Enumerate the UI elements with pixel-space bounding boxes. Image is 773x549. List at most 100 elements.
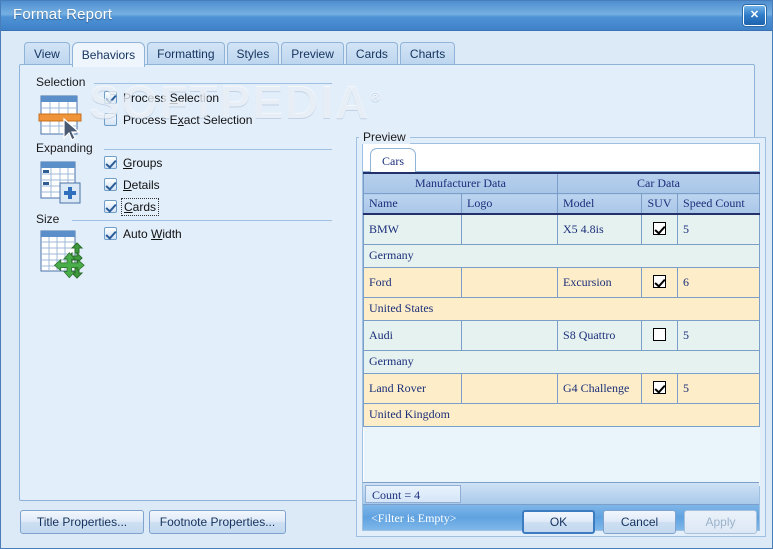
- cell-suv[interactable]: [641, 319, 679, 351]
- preview-group-label: Preview: [359, 130, 410, 144]
- group-expanding-label: Expanding: [32, 141, 97, 155]
- tab-charts[interactable]: Charts: [399, 42, 456, 64]
- grid-tab-cars[interactable]: Cars: [370, 148, 416, 172]
- group-row: Germany: [362, 243, 761, 268]
- group-row-label: Germany: [362, 349, 761, 374]
- group-row: United States: [362, 296, 761, 321]
- checkbox-process-exact-selection-label: Process Exact Selection: [123, 113, 253, 127]
- ok-button[interactable]: OK: [522, 510, 595, 534]
- group-row-label: Germany: [362, 243, 761, 268]
- group-selection-label: Selection: [32, 75, 90, 89]
- checkbox-details-box[interactable]: [104, 178, 117, 191]
- cell-model: S8 Quattro: [557, 319, 643, 351]
- checkbox-process-selection-label: Process Selection: [123, 91, 220, 105]
- checkbox-auto-width[interactable]: Auto Width: [104, 227, 182, 241]
- cell-model: X5 4.8is: [557, 213, 643, 245]
- grid-band-header-row: Manufacturer Data Car Data: [362, 172, 761, 194]
- title-bar: Format Report ✕: [1, 1, 772, 31]
- apply-button[interactable]: Apply: [684, 510, 757, 534]
- checkbox-process-exact-selection[interactable]: Process Exact Selection: [104, 113, 252, 127]
- checkbox-process-selection-box[interactable]: [104, 91, 117, 104]
- tab-styles[interactable]: Styles: [226, 42, 280, 64]
- checkbox-auto-width-label: Auto Width: [123, 227, 182, 241]
- grid-column-header-row: Name Logo Model SUV Speed Count: [363, 193, 761, 215]
- grid-checkbox-suv[interactable]: [653, 274, 667, 288]
- cell-name: Audi: [363, 319, 462, 351]
- format-report-dialog: Format Report ✕ View Behaviors Formatting S…: [0, 0, 773, 549]
- column-header-model[interactable]: Model: [557, 193, 643, 215]
- checkbox-process-exact-selection-box[interactable]: [104, 113, 117, 126]
- grid-checkbox-suv[interactable]: [653, 327, 667, 341]
- table-row[interactable]: Audi S8 Quattro 5: [363, 319, 761, 351]
- table-row[interactable]: BMW X5 4.8is 5: [363, 213, 761, 245]
- preview-data-grid: Manufacturer Data Car Data Name Logo Mod…: [362, 172, 761, 486]
- group-row: Germany: [362, 349, 761, 374]
- cancel-button[interactable]: Cancel: [603, 510, 676, 534]
- tab-behaviors[interactable]: Behaviors: [71, 42, 146, 67]
- cell-logo: [460, 319, 559, 351]
- cell-speed: 5: [677, 372, 761, 404]
- cell-model: Excursion: [557, 266, 643, 298]
- band-header-car[interactable]: Car Data: [557, 172, 761, 194]
- cell-name: Land Rover: [363, 372, 462, 404]
- tab-preview[interactable]: Preview: [281, 42, 344, 64]
- group-selection: Selection: [32, 75, 332, 89]
- column-header-suv[interactable]: SUV: [641, 193, 679, 215]
- tab-cards[interactable]: Cards: [345, 42, 398, 64]
- cell-logo: [460, 266, 559, 298]
- grid-empty-area: [363, 425, 760, 486]
- table-expand-plus-icon: [40, 161, 81, 204]
- cell-suv[interactable]: [641, 213, 679, 245]
- tab-view[interactable]: View: [24, 42, 70, 64]
- tab-formatting[interactable]: Formatting: [147, 42, 225, 64]
- cell-logo: [460, 213, 559, 245]
- checkbox-groups-label: Groups: [123, 156, 163, 170]
- close-icon[interactable]: ✕: [743, 5, 766, 26]
- checkbox-auto-width-box[interactable]: [104, 227, 117, 240]
- checkbox-process-selection[interactable]: Process Selection: [104, 91, 219, 105]
- cell-speed: 5: [677, 319, 761, 351]
- grid-body: BMW X5 4.8is 5 Germany Ford Excursion 6 …: [362, 213, 761, 486]
- column-header-logo[interactable]: Logo: [460, 193, 559, 215]
- checkbox-cards-label: Cards: [120, 198, 160, 216]
- group-row: United Kingdom: [362, 402, 761, 427]
- table-row[interactable]: Land Rover G4 Challenge 5: [363, 372, 761, 404]
- preview-group-box: Cars Manufacturer Data Car Data Name Log…: [356, 137, 766, 537]
- grid-count-cell: Count = 4: [365, 485, 461, 503]
- cell-name: BMW: [363, 213, 462, 245]
- grid-host: Cars Manufacturer Data Car Data Name Log…: [362, 143, 761, 531]
- column-header-speed-count[interactable]: Speed Count: [677, 193, 761, 215]
- checkbox-groups-box[interactable]: [104, 156, 117, 169]
- cell-name: Ford: [363, 266, 462, 298]
- group-size-label: Size: [32, 212, 64, 226]
- checkbox-cards-box[interactable]: [104, 200, 117, 213]
- table-row-select-icon: [38, 95, 82, 141]
- footnote-properties-button[interactable]: Footnote Properties...: [149, 510, 286, 534]
- cell-suv[interactable]: [641, 266, 679, 298]
- group-row-label: United States: [362, 296, 761, 321]
- behaviors-tab-page: Selection Process Selection Process Exac…: [19, 64, 766, 537]
- window-title: Format Report: [13, 6, 113, 23]
- checkbox-details-label: Details: [123, 178, 160, 192]
- checkbox-groups[interactable]: Groups: [104, 156, 162, 170]
- dialog-body: View Behaviors Formatting Styles Preview Card…: [1, 31, 772, 548]
- group-size: Size: [32, 212, 332, 226]
- grid-summary-bar: Count = 4: [363, 482, 759, 504]
- grid-checkbox-suv[interactable]: [653, 380, 667, 394]
- cell-suv[interactable]: [641, 372, 679, 404]
- table-resize-arrows-icon: [40, 230, 85, 279]
- title-properties-button[interactable]: Title Properties...: [20, 510, 144, 534]
- cell-speed: 6: [677, 266, 761, 298]
- cell-speed: 5: [677, 213, 761, 245]
- band-header-manufacturer[interactable]: Manufacturer Data: [362, 172, 559, 194]
- group-expanding: Expanding: [32, 141, 332, 155]
- group-row-label: United Kingdom: [362, 402, 761, 427]
- cell-model: G4 Challenge: [557, 372, 643, 404]
- grid-checkbox-suv[interactable]: [653, 221, 667, 235]
- checkbox-cards[interactable]: Cards: [104, 198, 160, 216]
- column-header-name[interactable]: Name: [363, 193, 462, 215]
- table-row[interactable]: Ford Excursion 6: [363, 266, 761, 298]
- checkbox-details[interactable]: Details: [104, 178, 160, 192]
- tab-strip: View Behaviors Formatting Styles Preview Card…: [24, 42, 457, 67]
- cell-logo: [460, 372, 559, 404]
